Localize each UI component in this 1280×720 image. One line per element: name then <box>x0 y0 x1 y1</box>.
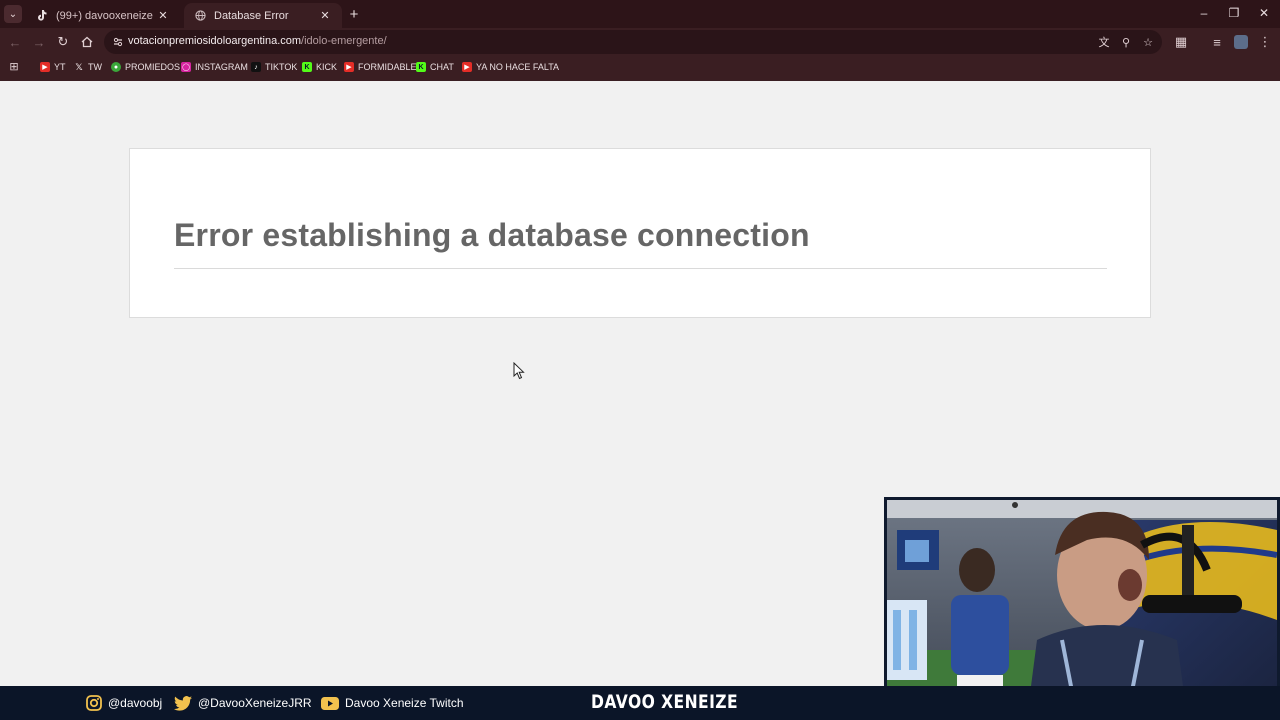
social-youtube: Davoo Xeneize Twitch <box>321 694 464 712</box>
tab-strip: ⌄ (99+) davooxeneize (@davooxe ✕ Databas… <box>0 0 1280 28</box>
x-icon: 𝕏 <box>75 61 83 72</box>
promiedos-icon: ● <box>111 62 121 72</box>
home-icon[interactable] <box>78 33 96 51</box>
site-info-icon[interactable] <box>110 34 126 50</box>
social-twitter: @DavooXeneizeJRR <box>174 694 312 712</box>
url-path: /idolo-emergente/ <box>301 35 387 47</box>
url-text: votacionpremiosidoloargentina.com/idolo-… <box>128 35 387 47</box>
translate-icon[interactable]: 文 <box>1096 34 1112 50</box>
media-control-icon[interactable]: ≡ <box>1208 33 1226 51</box>
bookmark-tiktok[interactable]: ♪ TIKTOK <box>251 58 297 76</box>
youtube-icon: ▶ <box>344 62 354 72</box>
bookmark-label: YT <box>54 62 66 72</box>
bookmarks-bar: ⊞ ▶ YT 𝕏 TW ● PROMIEDOS ◯ INSTAGRAM ♪ TI… <box>0 58 1280 76</box>
bookmark-ya-no-hace-falta[interactable]: ▶ YA NO HACE FALTA <box>462 58 559 76</box>
bookmark-star-icon[interactable]: ☆ <box>1140 34 1156 50</box>
tab-title: Database Error <box>214 9 289 22</box>
tab-title: (99+) davooxeneize (@davooxe <box>56 9 156 22</box>
new-tab-button[interactable]: + <box>345 5 363 23</box>
social-handle: Davoo Xeneize Twitch <box>345 696 464 710</box>
bookmark-chat[interactable]: K CHAT <box>416 58 454 76</box>
streamer-brand: DAVOO XENEIZE <box>591 691 739 713</box>
bookmark-instagram[interactable]: ◯ INSTAGRAM <box>181 58 248 76</box>
bookmark-label: KICK <box>316 62 338 72</box>
bookmark-tw[interactable]: 𝕏 TW <box>74 58 102 76</box>
tiktok-icon: ♪ <box>251 62 261 72</box>
reload-icon[interactable]: ↻ <box>54 33 72 51</box>
social-handle: @DavooXeneizeJRR <box>198 696 312 710</box>
bookmark-label: TIKTOK <box>265 62 298 72</box>
profile-avatar-icon[interactable] <box>1232 33 1250 51</box>
browser-chrome: ⌄ (99+) davooxeneize (@davooxe ✕ Databas… <box>0 0 1280 81</box>
url-host: votacionpremiosidoloargentina.com <box>128 35 302 47</box>
bookmark-yt[interactable]: ▶ YT <box>40 58 66 76</box>
bookmark-label: CHAT <box>430 62 454 72</box>
kick-icon: K <box>416 62 426 72</box>
tiktok-icon <box>36 10 48 22</box>
bookmark-formidable[interactable]: ▶ FORMIDABLE <box>344 58 417 76</box>
bookmark-kick[interactable]: K KICK <box>302 58 337 76</box>
globe-icon <box>194 10 206 22</box>
restore-icon[interactable]: ❐ <box>1224 4 1244 22</box>
stream-overlay-bar: @davoobj @DavooXeneizeJRR Davoo Xeneize … <box>0 686 1280 720</box>
menu-kebab-icon[interactable]: ⋮ <box>1256 33 1274 51</box>
apps-grid-icon[interactable]: ⊞ <box>7 59 21 73</box>
youtube-icon: ▶ <box>40 62 50 72</box>
tab-database-error[interactable]: Database Error ✕ <box>184 3 342 28</box>
page-title: Error establishing a database connection <box>174 217 810 253</box>
zoom-icon[interactable]: ⚲ <box>1118 34 1134 50</box>
webcam-image <box>887 500 1277 717</box>
bookmark-promiedos[interactable]: ● PROMIEDOS <box>111 58 180 76</box>
twitter-icon <box>174 695 192 711</box>
youtube-icon: ▶ <box>462 62 472 72</box>
bookmark-label: TW <box>88 62 102 72</box>
social-instagram: @davoobj <box>86 694 162 712</box>
error-card: Error establishing a database connection <box>129 148 1151 318</box>
instagram-icon <box>86 695 102 711</box>
close-window-icon[interactable]: ✕ <box>1254 4 1274 22</box>
youtube-icon <box>321 695 339 711</box>
minimize-icon[interactable]: – <box>1194 4 1214 22</box>
bookmark-label: FORMIDABLE <box>358 62 417 72</box>
social-handle: @davoobj <box>108 696 163 710</box>
tab-tiktok[interactable]: (99+) davooxeneize (@davooxe ✕ <box>26 3 180 28</box>
kick-icon: K <box>302 62 312 72</box>
address-bar[interactable]: votacionpremiosidoloargentina.com/idolo-… <box>104 30 1162 54</box>
bookmark-label: PROMIEDOS <box>125 62 181 72</box>
mouse-cursor-icon <box>513 362 525 380</box>
bookmark-label: INSTAGRAM <box>195 62 248 72</box>
bookmark-label: YA NO HACE FALTA <box>476 62 560 72</box>
close-icon[interactable]: ✕ <box>156 9 170 22</box>
instagram-icon: ◯ <box>181 62 191 72</box>
back-arrow-icon[interactable]: ← <box>6 33 24 51</box>
close-icon[interactable]: ✕ <box>318 9 332 22</box>
divider <box>174 268 1107 269</box>
tab-search-chevron-icon[interactable]: ⌄ <box>4 5 22 23</box>
extensions-icon[interactable]: ▦ <box>1172 33 1190 51</box>
forward-arrow-icon[interactable]: → <box>30 33 48 51</box>
